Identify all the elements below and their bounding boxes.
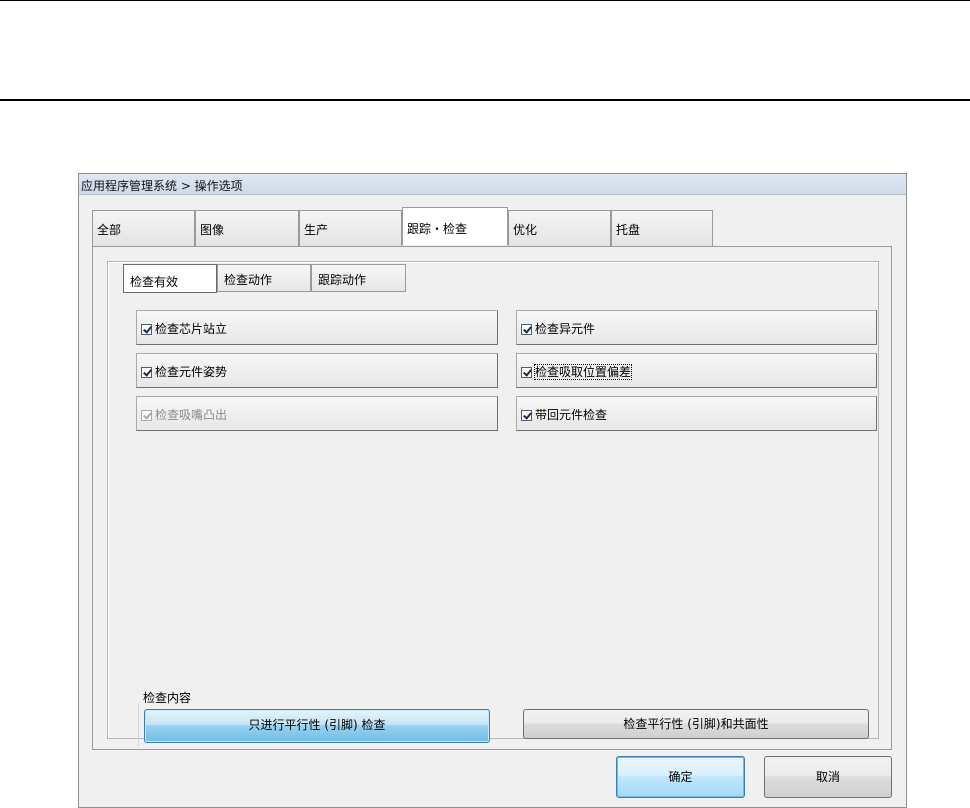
option-label: 带回元件检查 [535, 408, 608, 422]
subtab-inspection-enabled[interactable]: 检查有效 [123, 264, 217, 293]
checkbox-checked-icon[interactable] [141, 324, 152, 335]
tab-content-panel: 检查有效 检查动作 跟踪动作 检查芯片站立 检查异元件 检查元件姿势 检查吸取位… [92, 246, 892, 750]
tab-image[interactable]: 图像 [195, 210, 299, 246]
option-check-odd-component[interactable]: 检查异元件 [516, 310, 877, 345]
page-header-rule [0, 99, 970, 101]
page-top-rule [0, 0, 970, 1]
checkbox-checked-icon[interactable] [521, 324, 532, 335]
option-label: 检查芯片站立 [155, 322, 228, 336]
option-check-component-posture[interactable]: 检查元件姿势 [136, 353, 498, 388]
subtab-tracking-action[interactable]: 跟踪动作 [311, 264, 406, 292]
option-label: 检查异元件 [535, 322, 596, 336]
option-label: 检查吸取位置偏差 [533, 364, 633, 380]
tab-tray[interactable]: 托盘 [611, 210, 713, 246]
window-title: 应用程序管理系统 > 操作选项 [79, 174, 906, 195]
checkbox-checked-icon [141, 410, 152, 421]
parallel-only-button[interactable]: 只进行平行性 (引脚) 检查 [144, 709, 490, 743]
checkbox-checked-icon[interactable] [141, 367, 152, 378]
cancel-button[interactable]: 取消 [764, 756, 892, 798]
tab-production[interactable]: 生产 [299, 210, 402, 246]
option-label: 检查元件姿势 [155, 365, 228, 379]
tab-all[interactable]: 全部 [92, 210, 195, 246]
option-check-nozzle-protrusion: 检查吸嘴凸出 [136, 396, 498, 431]
option-check-pickup-offset[interactable]: 检查吸取位置偏差 [516, 353, 877, 388]
checkbox-checked-icon[interactable] [521, 410, 532, 421]
option-check-chip-standing[interactable]: 检查芯片站立 [136, 310, 498, 345]
tab-optimize[interactable]: 优化 [508, 210, 611, 246]
option-return-component-check[interactable]: 带回元件检查 [516, 396, 877, 431]
options-dialog: 应用程序管理系统 > 操作选项 全部 图像 生产 跟踪・检查 优化 托盘 检查有… [78, 173, 907, 808]
option-label: 检查吸嘴凸出 [155, 408, 228, 422]
subtab-inspection-action[interactable]: 检查动作 [217, 264, 311, 292]
checkbox-checked-icon[interactable] [521, 367, 532, 378]
parallel-coplanarity-button[interactable]: 检查平行性 (引脚)和共面性 [523, 709, 869, 739]
tab-tracking-inspection[interactable]: 跟踪・检查 [402, 207, 508, 245]
ok-button[interactable]: 确定 [616, 756, 745, 798]
inspection-panel: 检查有效 检查动作 跟踪动作 检查芯片站立 检查异元件 检查元件姿势 检查吸取位… [107, 261, 879, 746]
